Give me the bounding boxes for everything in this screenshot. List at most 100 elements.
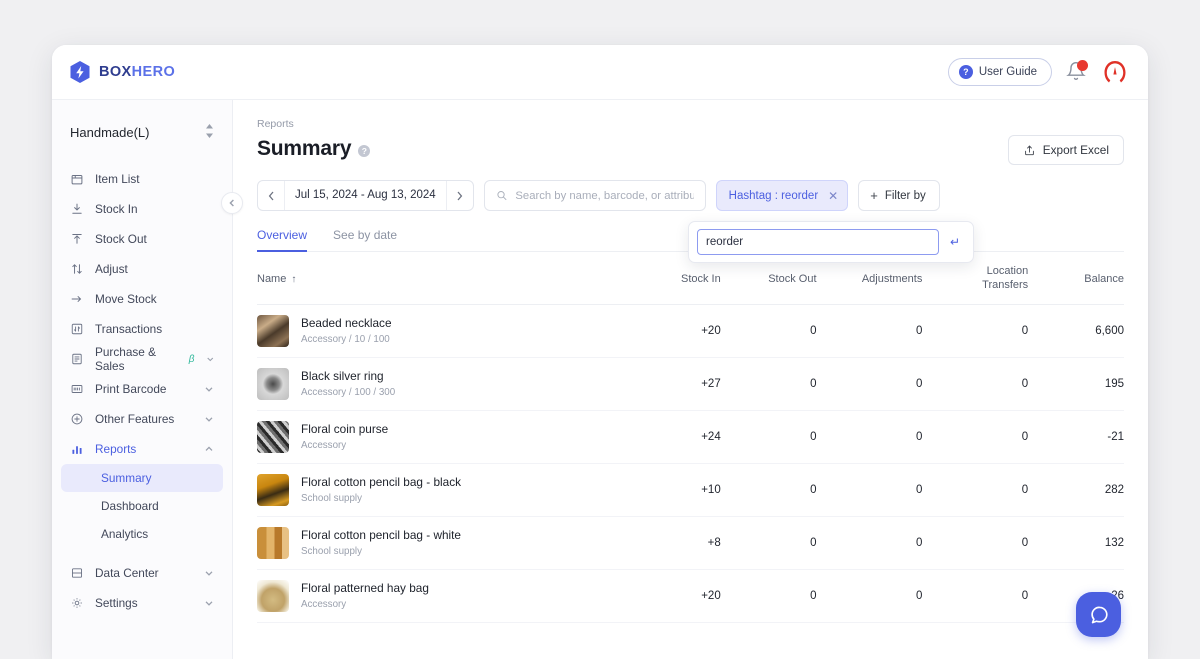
- filters-toolbar: Jul 15, 2024 - Aug 13, 2024 Hashtag : re…: [257, 180, 1124, 211]
- sidebar-item-item-list[interactable]: Item List: [61, 164, 223, 194]
- hashtag-input[interactable]: [697, 229, 939, 255]
- boxhero-hexagon-logo-icon: [69, 60, 91, 84]
- sidebar-item-label: Adjust: [95, 262, 128, 276]
- chevron-down-icon: [206, 354, 215, 364]
- date-range-selector[interactable]: Jul 15, 2024 - Aug 13, 2024: [257, 180, 474, 211]
- hashtag-filter-popover: ↵: [688, 221, 974, 263]
- item-name: Floral cotton pencil bag - white: [301, 528, 461, 544]
- sidebar-item-purchase-and-sales[interactable]: Purchase & Sales β: [61, 344, 223, 374]
- avatar[interactable]: [1100, 57, 1130, 87]
- brand-logo[interactable]: BOXHERO: [69, 60, 175, 84]
- main-content: Reports Summary ? Export Excel Jul 15, 2…: [233, 100, 1148, 659]
- enter-return-icon[interactable]: ↵: [945, 235, 965, 249]
- sidebar-subitem-label: Analytics: [101, 527, 148, 541]
- arrows-updown-icon: [70, 262, 84, 276]
- table-row[interactable]: Floral cotton pencil bag - white School …: [257, 516, 1124, 569]
- table-row[interactable]: Black silver ring Accessory / 100 / 300 …: [257, 357, 1124, 410]
- cell-balance: 282: [1028, 463, 1124, 516]
- sidebar-item-move-stock[interactable]: Move Stock: [61, 284, 223, 314]
- cell-adjustments: 0: [817, 304, 923, 357]
- notification-button[interactable]: [1066, 61, 1086, 83]
- table-row[interactable]: Beaded necklace Accessory / 10 / 100 +20…: [257, 304, 1124, 357]
- cell-stock-in: +8: [635, 516, 721, 569]
- sidebar-item-data-center[interactable]: Data Center: [61, 558, 223, 588]
- sidebar-item-analytics[interactable]: Analytics: [61, 520, 223, 548]
- arrow-down-tray-icon: [70, 202, 84, 216]
- cell-adjustments: 0: [817, 410, 923, 463]
- updown-caret-icon: [205, 124, 214, 140]
- sidebar-item-transactions[interactable]: Transactions: [61, 314, 223, 344]
- sidebar-item-settings[interactable]: Settings: [61, 588, 223, 618]
- column-header-name[interactable]: Name↑: [257, 252, 635, 304]
- filter-by-label: Filter by: [885, 190, 926, 202]
- item-name-cell: Floral patterned hay bag Accessory: [257, 569, 635, 622]
- breadcrumb: Reports: [257, 118, 1124, 130]
- table-row[interactable]: Floral patterned hay bag Accessory +20 0…: [257, 569, 1124, 622]
- item-meta: School supply: [301, 546, 461, 557]
- item-name-cell: Floral cotton pencil bag - white School …: [257, 516, 635, 569]
- sidebar-item-reports[interactable]: Reports: [61, 434, 223, 464]
- table-spacer-row: [257, 622, 1124, 659]
- chevron-down-icon: [204, 568, 214, 578]
- top-bar-actions: ? User Guide: [948, 57, 1130, 87]
- item-name: Beaded necklace: [301, 316, 392, 332]
- sidebar-item-dashboard[interactable]: Dashboard: [61, 492, 223, 520]
- item-thumbnail: [257, 421, 289, 453]
- chevron-left-icon: [268, 191, 275, 201]
- sidebar: Handmade(L) Item List Stock In: [52, 100, 233, 659]
- question-mark-circle-icon[interactable]: ?: [358, 145, 370, 157]
- sidebar-item-stock-in[interactable]: Stock In: [61, 194, 223, 224]
- cell-stock-in: +20: [635, 569, 721, 622]
- date-range-next-button[interactable]: [447, 181, 473, 210]
- cell-stock-out: 0: [721, 410, 817, 463]
- cell-stock-out: 0: [721, 357, 817, 410]
- sidebar-item-stock-out[interactable]: Stock Out: [61, 224, 223, 254]
- workspace-name: Handmade(L): [70, 125, 150, 140]
- sidebar-collapse-button[interactable]: [221, 192, 243, 214]
- sidebar-item-label: Stock Out: [95, 232, 147, 246]
- export-excel-button[interactable]: Export Excel: [1008, 135, 1124, 165]
- cell-location-transfers: 0: [922, 569, 1028, 622]
- user-guide-button[interactable]: ? User Guide: [948, 58, 1052, 86]
- page-title: Summary: [257, 137, 351, 161]
- sidebar-item-summary[interactable]: Summary: [61, 464, 223, 492]
- search-icon: [496, 189, 508, 202]
- chevron-up-icon: [204, 444, 214, 454]
- sidebar-item-adjust[interactable]: Adjust: [61, 254, 223, 284]
- sidebar-item-other-features[interactable]: Other Features: [61, 404, 223, 434]
- item-name-cell: Black silver ring Accessory / 100 / 300: [257, 357, 635, 410]
- box-icon: [70, 172, 84, 186]
- item-thumbnail: [257, 580, 289, 612]
- filter-by-button[interactable]: + Filter by: [858, 180, 940, 211]
- document-icon: [70, 352, 84, 366]
- database-icon: [70, 566, 84, 580]
- item-name-cell: Floral coin purse Accessory: [257, 410, 635, 463]
- search-input[interactable]: [515, 190, 693, 202]
- cell-balance: -21: [1028, 410, 1124, 463]
- chevron-down-icon: [204, 414, 214, 424]
- sidebar-item-label: Stock In: [95, 202, 138, 216]
- search-box[interactable]: [484, 180, 706, 211]
- hashtag-filter-chip[interactable]: Hashtag : reorder ✕: [716, 180, 849, 211]
- date-range-prev-button[interactable]: [258, 181, 284, 210]
- workspace-selector[interactable]: Handmade(L): [62, 112, 222, 152]
- table-row[interactable]: Floral cotton pencil bag - black School …: [257, 463, 1124, 516]
- cell-adjustments: 0: [817, 357, 923, 410]
- arrow-up-tray-icon: [70, 232, 84, 246]
- column-header-balance[interactable]: Balance: [1028, 252, 1124, 304]
- plus-circle-icon: [70, 412, 84, 426]
- sidebar-item-print-barcode[interactable]: Print Barcode: [61, 374, 223, 404]
- tab-overview[interactable]: Overview: [257, 228, 307, 251]
- chat-support-button[interactable]: [1076, 592, 1121, 637]
- sidebar-item-label: Settings: [95, 596, 138, 610]
- item-meta: Accessory: [301, 599, 429, 610]
- sidebar-nav: Item List Stock In Stock Out Adjust Move: [52, 158, 232, 618]
- close-icon[interactable]: ✕: [828, 190, 838, 202]
- chevron-left-icon: [228, 199, 236, 207]
- sidebar-item-label: Item List: [95, 172, 140, 186]
- cell-location-transfers: 0: [922, 410, 1028, 463]
- table-row[interactable]: Floral coin purse Accessory +24 0 0 0 -2…: [257, 410, 1124, 463]
- date-range-label[interactable]: Jul 15, 2024 - Aug 13, 2024: [284, 181, 447, 210]
- sidebar-item-label: Print Barcode: [95, 382, 166, 396]
- tab-see-by-date[interactable]: See by date: [333, 228, 397, 251]
